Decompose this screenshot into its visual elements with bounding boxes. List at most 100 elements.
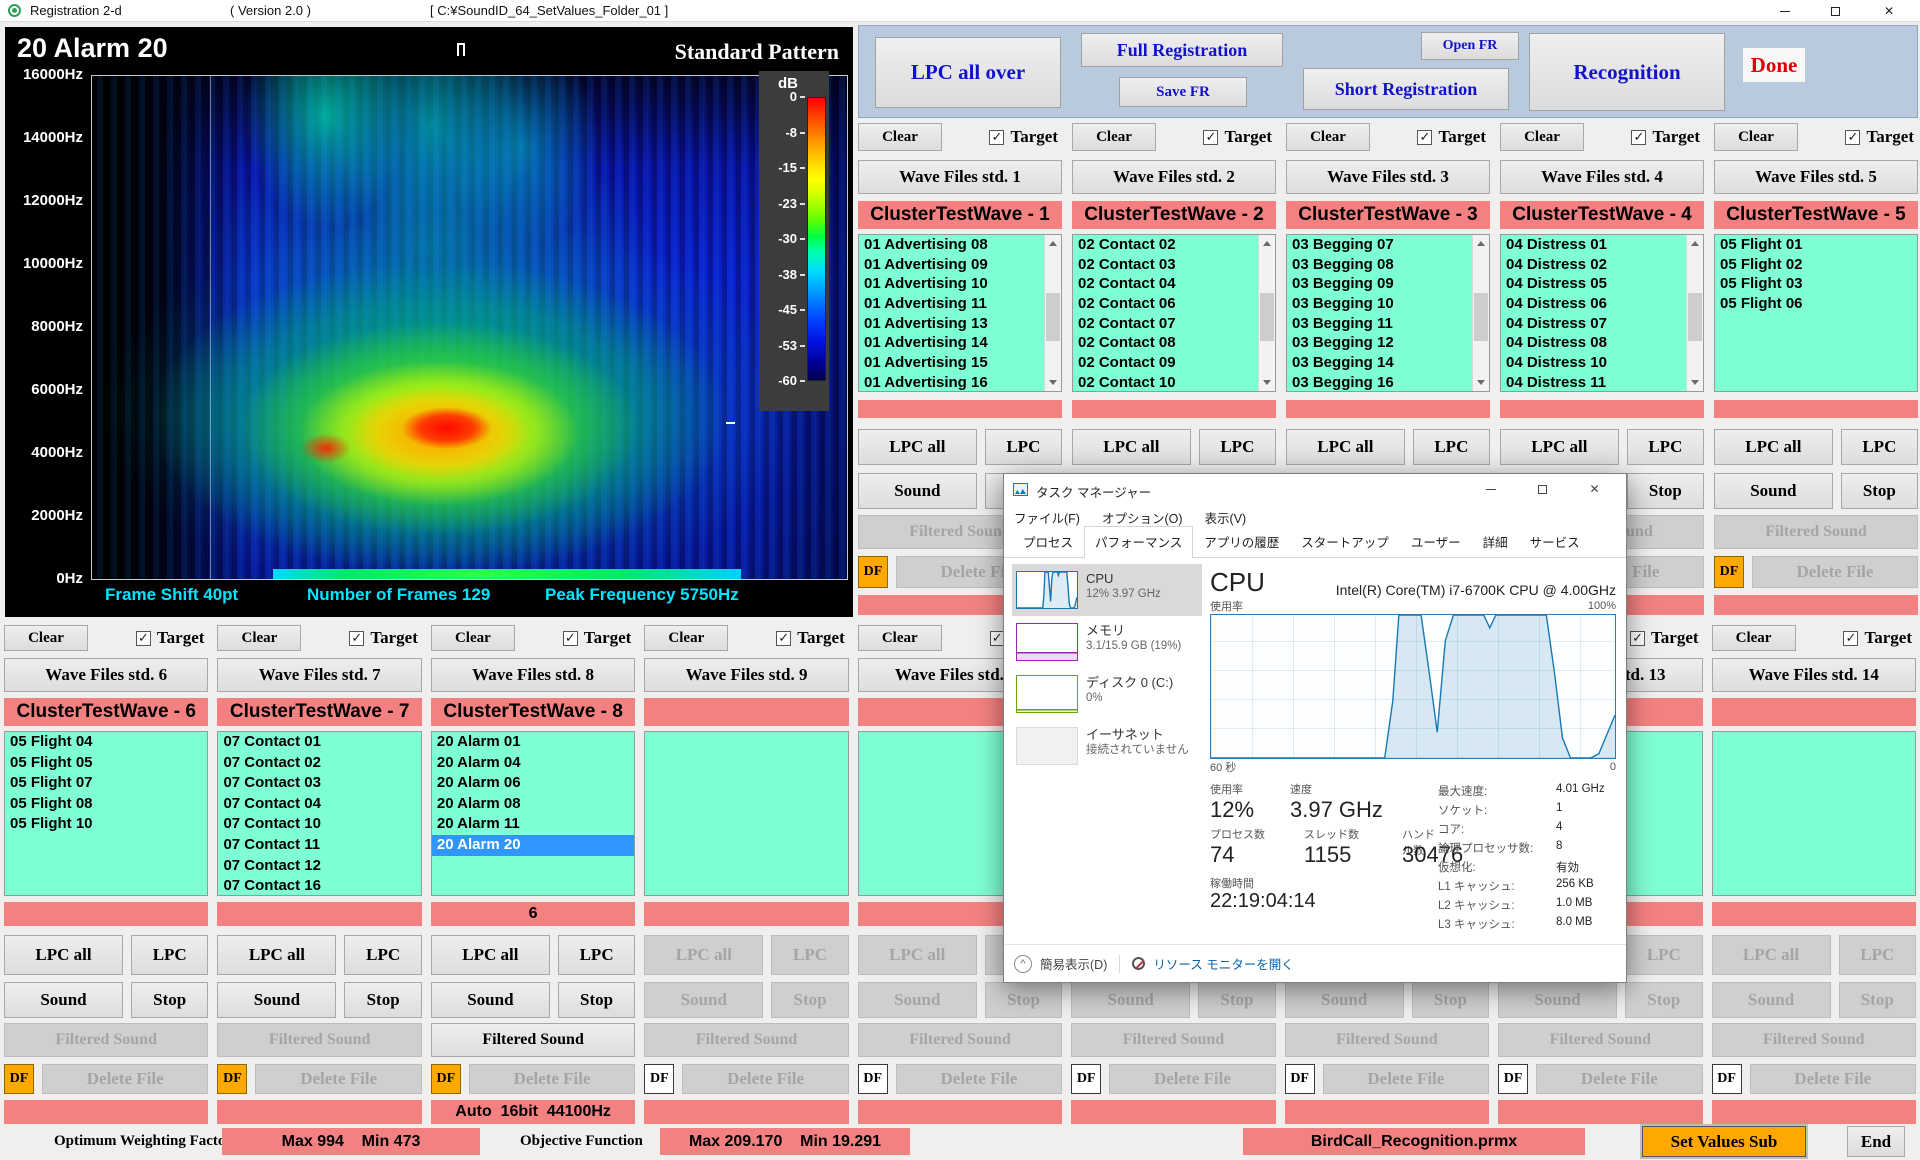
sidebar-item-ethernet[interactable]: イーサネット接続されていません: [1012, 720, 1202, 772]
df-button[interactable]: DF: [4, 1064, 34, 1094]
stop-button[interactable]: Stop: [1839, 982, 1916, 1018]
lpc-button[interactable]: LPC: [1627, 429, 1704, 465]
scroll-down-icon[interactable]: [1259, 375, 1275, 391]
df-button[interactable]: DF: [1712, 1064, 1742, 1094]
list-item[interactable]: 03 Begging 14: [1287, 353, 1489, 373]
wave-file-list[interactable]: 01 Advertising 0801 Advertising 0901 Adv…: [858, 234, 1062, 392]
sound-button[interactable]: Sound: [858, 982, 977, 1018]
lpc-all-button[interactable]: LPC all: [431, 935, 550, 975]
clear-button[interactable]: Clear: [4, 625, 88, 651]
short-registration-button[interactable]: Short Registration: [1303, 68, 1509, 110]
filtered-sound-button[interactable]: Filtered Sound: [1714, 515, 1918, 549]
filtered-sound-button[interactable]: Filtered Sound: [858, 1023, 1062, 1057]
tab-アプリの履歴[interactable]: アプリの履歴: [1193, 526, 1290, 557]
clear-button[interactable]: Clear: [431, 625, 515, 651]
list-item[interactable]: 03 Begging 11: [1287, 314, 1489, 334]
tab-プロセス[interactable]: プロセス: [1012, 526, 1084, 557]
tab-スタートアップ[interactable]: スタートアップ: [1290, 526, 1400, 557]
scroll-up-icon[interactable]: [1687, 235, 1703, 251]
scroll-thumb[interactable]: [1474, 293, 1488, 341]
list-item[interactable]: 02 Contact 10: [1073, 373, 1275, 392]
sidebar-item-disk[interactable]: ディスク 0 (C:)0%: [1012, 668, 1202, 720]
list-item[interactable]: 01 Advertising 13: [859, 314, 1061, 334]
sidebar-item-cpu[interactable]: CPU12% 3.97 GHz: [1012, 564, 1202, 616]
list-item[interactable]: 05 Flight 05: [5, 753, 207, 774]
tab-詳細[interactable]: 詳細: [1472, 526, 1519, 557]
lpc-button[interactable]: LPC: [1839, 935, 1916, 975]
df-button[interactable]: DF: [1714, 556, 1744, 588]
delete-file-button[interactable]: Delete File: [255, 1064, 421, 1094]
delete-file-button[interactable]: Delete File: [682, 1064, 848, 1094]
list-item[interactable]: 07 Contact 11: [218, 835, 420, 856]
lpc-button[interactable]: LPC: [558, 935, 635, 975]
list-item[interactable]: 01 Advertising 10: [859, 274, 1061, 294]
set-values-sub-button[interactable]: Set Values Sub: [1642, 1126, 1806, 1157]
list-item[interactable]: 07 Contact 03: [218, 773, 420, 794]
wave-files-std-button[interactable]: Wave Files std. 5: [1714, 160, 1918, 194]
target-checkbox[interactable]: Target: [349, 625, 418, 651]
stop-button[interactable]: Stop: [771, 982, 848, 1018]
wave-files-std-button[interactable]: Wave Files std. 9: [644, 658, 848, 692]
list-item[interactable]: 02 Contact 04: [1073, 274, 1275, 294]
df-button[interactable]: DF: [1071, 1064, 1101, 1094]
stop-button[interactable]: Stop: [558, 982, 635, 1018]
clear-button[interactable]: Clear: [1500, 123, 1584, 151]
sound-button[interactable]: Sound: [431, 982, 550, 1018]
df-button[interactable]: DF: [217, 1064, 247, 1094]
list-item[interactable]: 03 Begging 09: [1287, 274, 1489, 294]
tm-minimize-button[interactable]: [1468, 474, 1513, 504]
wave-files-std-button[interactable]: Wave Files std. 6: [4, 658, 208, 692]
scrollbar[interactable]: [1472, 235, 1489, 391]
list-item[interactable]: 03 Begging 10: [1287, 294, 1489, 314]
wave-file-list[interactable]: 04 Distress 0104 Distress 0204 Distress …: [1500, 234, 1704, 392]
filtered-sound-button[interactable]: Filtered Sound: [1712, 1023, 1916, 1057]
list-item[interactable]: 05 Flight 06: [1715, 294, 1917, 314]
list-item[interactable]: 05 Flight 08: [5, 794, 207, 815]
scroll-thumb[interactable]: [1688, 293, 1702, 341]
list-item[interactable]: 01 Advertising 11: [859, 294, 1061, 314]
sound-button[interactable]: Sound: [4, 982, 123, 1018]
simple-view-button[interactable]: 簡易表示(D): [1040, 954, 1107, 973]
stop-button[interactable]: Stop: [344, 982, 421, 1018]
df-button[interactable]: DF: [644, 1064, 674, 1094]
target-checkbox[interactable]: Target: [776, 625, 845, 651]
delete-file-button[interactable]: Delete File: [1752, 556, 1918, 588]
sound-button[interactable]: Sound: [1712, 982, 1831, 1018]
stop-button[interactable]: Stop: [1198, 982, 1275, 1018]
list-item[interactable]: 02 Contact 03: [1073, 255, 1275, 275]
delete-file-button[interactable]: Delete File: [896, 1064, 1062, 1094]
df-button[interactable]: DF: [1498, 1064, 1528, 1094]
list-item[interactable]: 02 Contact 09: [1073, 353, 1275, 373]
delete-file-button[interactable]: Delete File: [1750, 1064, 1916, 1094]
scroll-up-icon[interactable]: [1045, 235, 1061, 251]
wave-files-std-button[interactable]: Wave Files std. 4: [1500, 160, 1704, 194]
wave-files-std-button[interactable]: Wave Files std. 2: [1072, 160, 1276, 194]
clear-button[interactable]: Clear: [858, 625, 942, 651]
delete-file-button[interactable]: Delete File: [42, 1064, 208, 1094]
list-item[interactable]: 20 Alarm 01: [432, 732, 634, 753]
scroll-down-icon[interactable]: [1687, 375, 1703, 391]
stop-button[interactable]: Stop: [1841, 473, 1918, 509]
list-item[interactable]: 20 Alarm 11: [432, 814, 634, 835]
list-item[interactable]: 05 Flight 02: [1715, 255, 1917, 275]
list-item[interactable]: 04 Distress 11: [1501, 373, 1703, 392]
list-item[interactable]: 02 Contact 06: [1073, 294, 1275, 314]
clear-button[interactable]: Clear: [1072, 123, 1156, 151]
list-item[interactable]: 01 Advertising 08: [859, 235, 1061, 255]
list-item[interactable]: 20 Alarm 06: [432, 773, 634, 794]
lpc-button[interactable]: LPC: [1199, 429, 1276, 465]
filtered-sound-button[interactable]: Filtered Sound: [1071, 1023, 1275, 1057]
list-item[interactable]: 02 Contact 02: [1073, 235, 1275, 255]
delete-file-button[interactable]: Delete File: [469, 1064, 635, 1094]
end-button[interactable]: End: [1847, 1126, 1905, 1157]
wave-file-list[interactable]: 03 Begging 0703 Begging 0803 Begging 090…: [1286, 234, 1490, 392]
filtered-sound-button[interactable]: Filtered Sound: [1285, 1023, 1489, 1057]
df-button[interactable]: DF: [431, 1064, 461, 1094]
target-checkbox[interactable]: Target: [1417, 123, 1486, 151]
list-item[interactable]: 03 Begging 12: [1287, 333, 1489, 353]
target-checkbox[interactable]: Target: [1203, 123, 1272, 151]
df-button[interactable]: DF: [1285, 1064, 1315, 1094]
wave-files-std-button[interactable]: Wave Files std. 3: [1286, 160, 1490, 194]
lpc-button[interactable]: LPC: [344, 935, 421, 975]
sound-button[interactable]: Sound: [1071, 982, 1190, 1018]
